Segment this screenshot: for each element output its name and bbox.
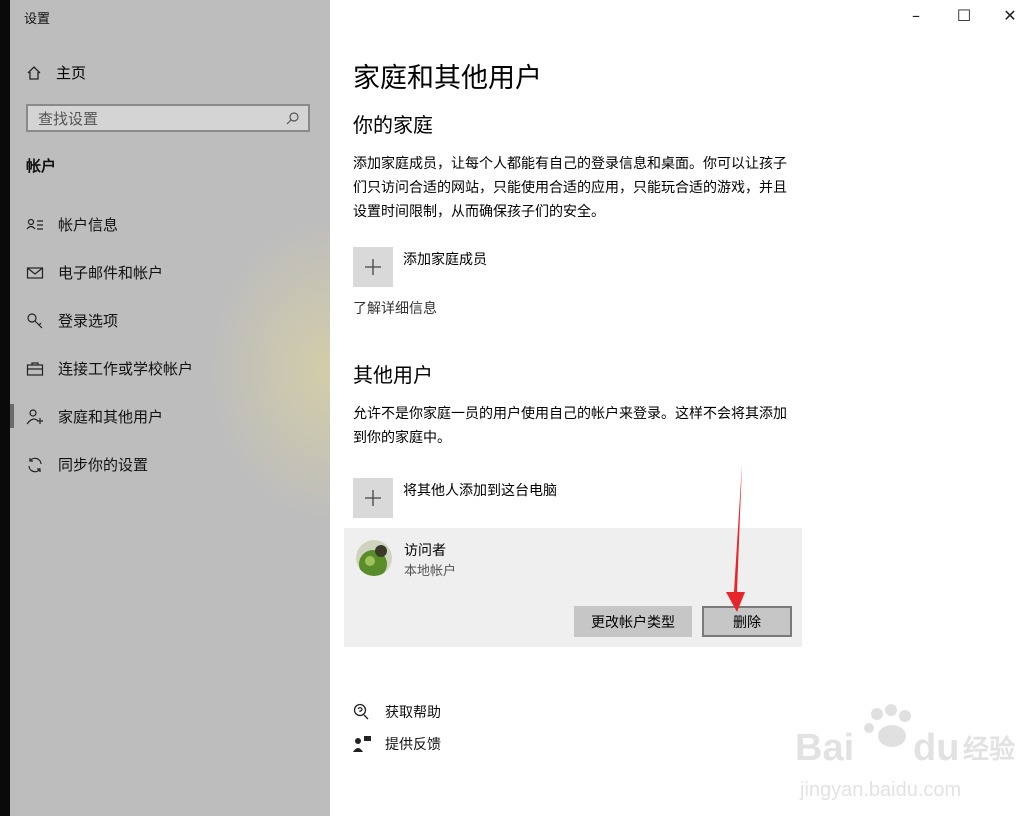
sidebar-item-family[interactable]: 家庭和其他用户 [26, 406, 163, 427]
sidebar-item-label: 家庭和其他用户 [58, 408, 164, 426]
feedback-link[interactable]: 提供反馈 [353, 734, 441, 754]
add-other-user-button[interactable]: 将其他人添加到这台电脑 [353, 478, 557, 518]
help-chat-icon [353, 703, 369, 720]
user-name: 访问者 [404, 543, 446, 559]
mail-icon [26, 266, 44, 279]
home-label: 主页 [56, 64, 87, 82]
family-heading: 你的家庭 [353, 113, 433, 137]
plus-icon [353, 478, 393, 518]
sidebar-item-label: 同步你的设置 [58, 456, 149, 474]
account-info-icon [26, 218, 43, 230]
app-title: 设置 [24, 12, 51, 27]
search-icon [286, 112, 299, 125]
add-other-user-label: 将其他人添加到这台电脑 [403, 483, 557, 499]
sidebar-home[interactable]: 主页 [26, 62, 86, 83]
sidebar-item-work[interactable]: 连接工作或学校帐户 [26, 358, 193, 379]
sidebar-item-account-info[interactable]: 帐户信息 [26, 214, 118, 235]
get-help-link[interactable]: 获取帮助 [353, 702, 441, 722]
search-placeholder: 查找设置 [38, 109, 99, 128]
other-users-heading: 其他用户 [353, 363, 433, 387]
user-account-type: 本地帐户 [404, 564, 457, 579]
minimize-button[interactable]: – [901, 6, 931, 25]
sidebar-item-label: 帐户信息 [58, 216, 119, 234]
sidebar-item-label: 电子邮件和帐户 [58, 264, 164, 282]
add-family-label: 添加家庭成员 [403, 252, 487, 268]
active-indicator [10, 404, 14, 428]
sidebar-item-label: 登录选项 [58, 312, 119, 330]
feedback-icon [353, 736, 371, 752]
user-card[interactable]: 访问者 本地帐户 更改帐户类型 删除 [344, 528, 802, 647]
other-users-description: 允许不是你家庭一员的用户使用自己的帐户来登录。这样不会将其添加到你的家庭中。 [353, 406, 787, 446]
add-family-member-button[interactable]: 添加家庭成员 [353, 247, 487, 287]
sidebar-item-email[interactable]: 电子邮件和帐户 [26, 262, 163, 283]
page-title: 家庭和其他用户 [353, 63, 542, 94]
main-content: – ☐ ✕ 家庭和其他用户 你的家庭 添加家庭成员，让每个人都能有自己的登录信息… [330, 0, 1036, 816]
close-button[interactable]: ✕ [995, 6, 1025, 25]
person-add-icon [26, 408, 43, 424]
sidebar-item-signin[interactable]: 登录选项 [26, 310, 118, 331]
section-title: 帐户 [26, 157, 57, 175]
svg-text:经验: 经验 [963, 734, 1015, 764]
delete-button[interactable]: 删除 [702, 606, 792, 637]
baidu-jingyan-watermark: Bai du 经验 jingyan.baidu.com [795, 704, 1015, 801]
avatar [356, 540, 392, 576]
sidebar: 设置 主页 查找设置 帐户 帐户信息 电子邮件和帐户 登录选项 连接工作或学校帐… [10, 0, 330, 816]
feedback-label: 提供反馈 [385, 737, 441, 753]
get-help-label: 获取帮助 [385, 705, 441, 721]
learn-more-link[interactable]: 了解详细信息 [353, 298, 437, 318]
svg-text:du: du [913, 727, 959, 769]
svg-text:jingyan.baidu.com: jingyan.baidu.com [799, 779, 961, 801]
plus-icon [353, 247, 393, 287]
window-left-edge [0, 0, 10, 816]
svg-text:Bai: Bai [795, 727, 854, 769]
family-description: 添加家庭成员，让每个人都能有自己的登录信息和桌面。你可以让孩子们只访问合适的网站… [353, 156, 787, 220]
briefcase-icon [26, 361, 44, 376]
sidebar-item-label: 连接工作或学校帐户 [58, 360, 194, 378]
search-input[interactable]: 查找设置 [26, 104, 310, 132]
change-account-type-button[interactable]: 更改帐户类型 [574, 606, 692, 637]
key-icon [27, 312, 43, 328]
home-icon [27, 65, 41, 80]
sync-icon [28, 457, 42, 472]
maximize-button[interactable]: ☐ [949, 6, 979, 25]
sidebar-item-sync[interactable]: 同步你的设置 [26, 454, 148, 475]
